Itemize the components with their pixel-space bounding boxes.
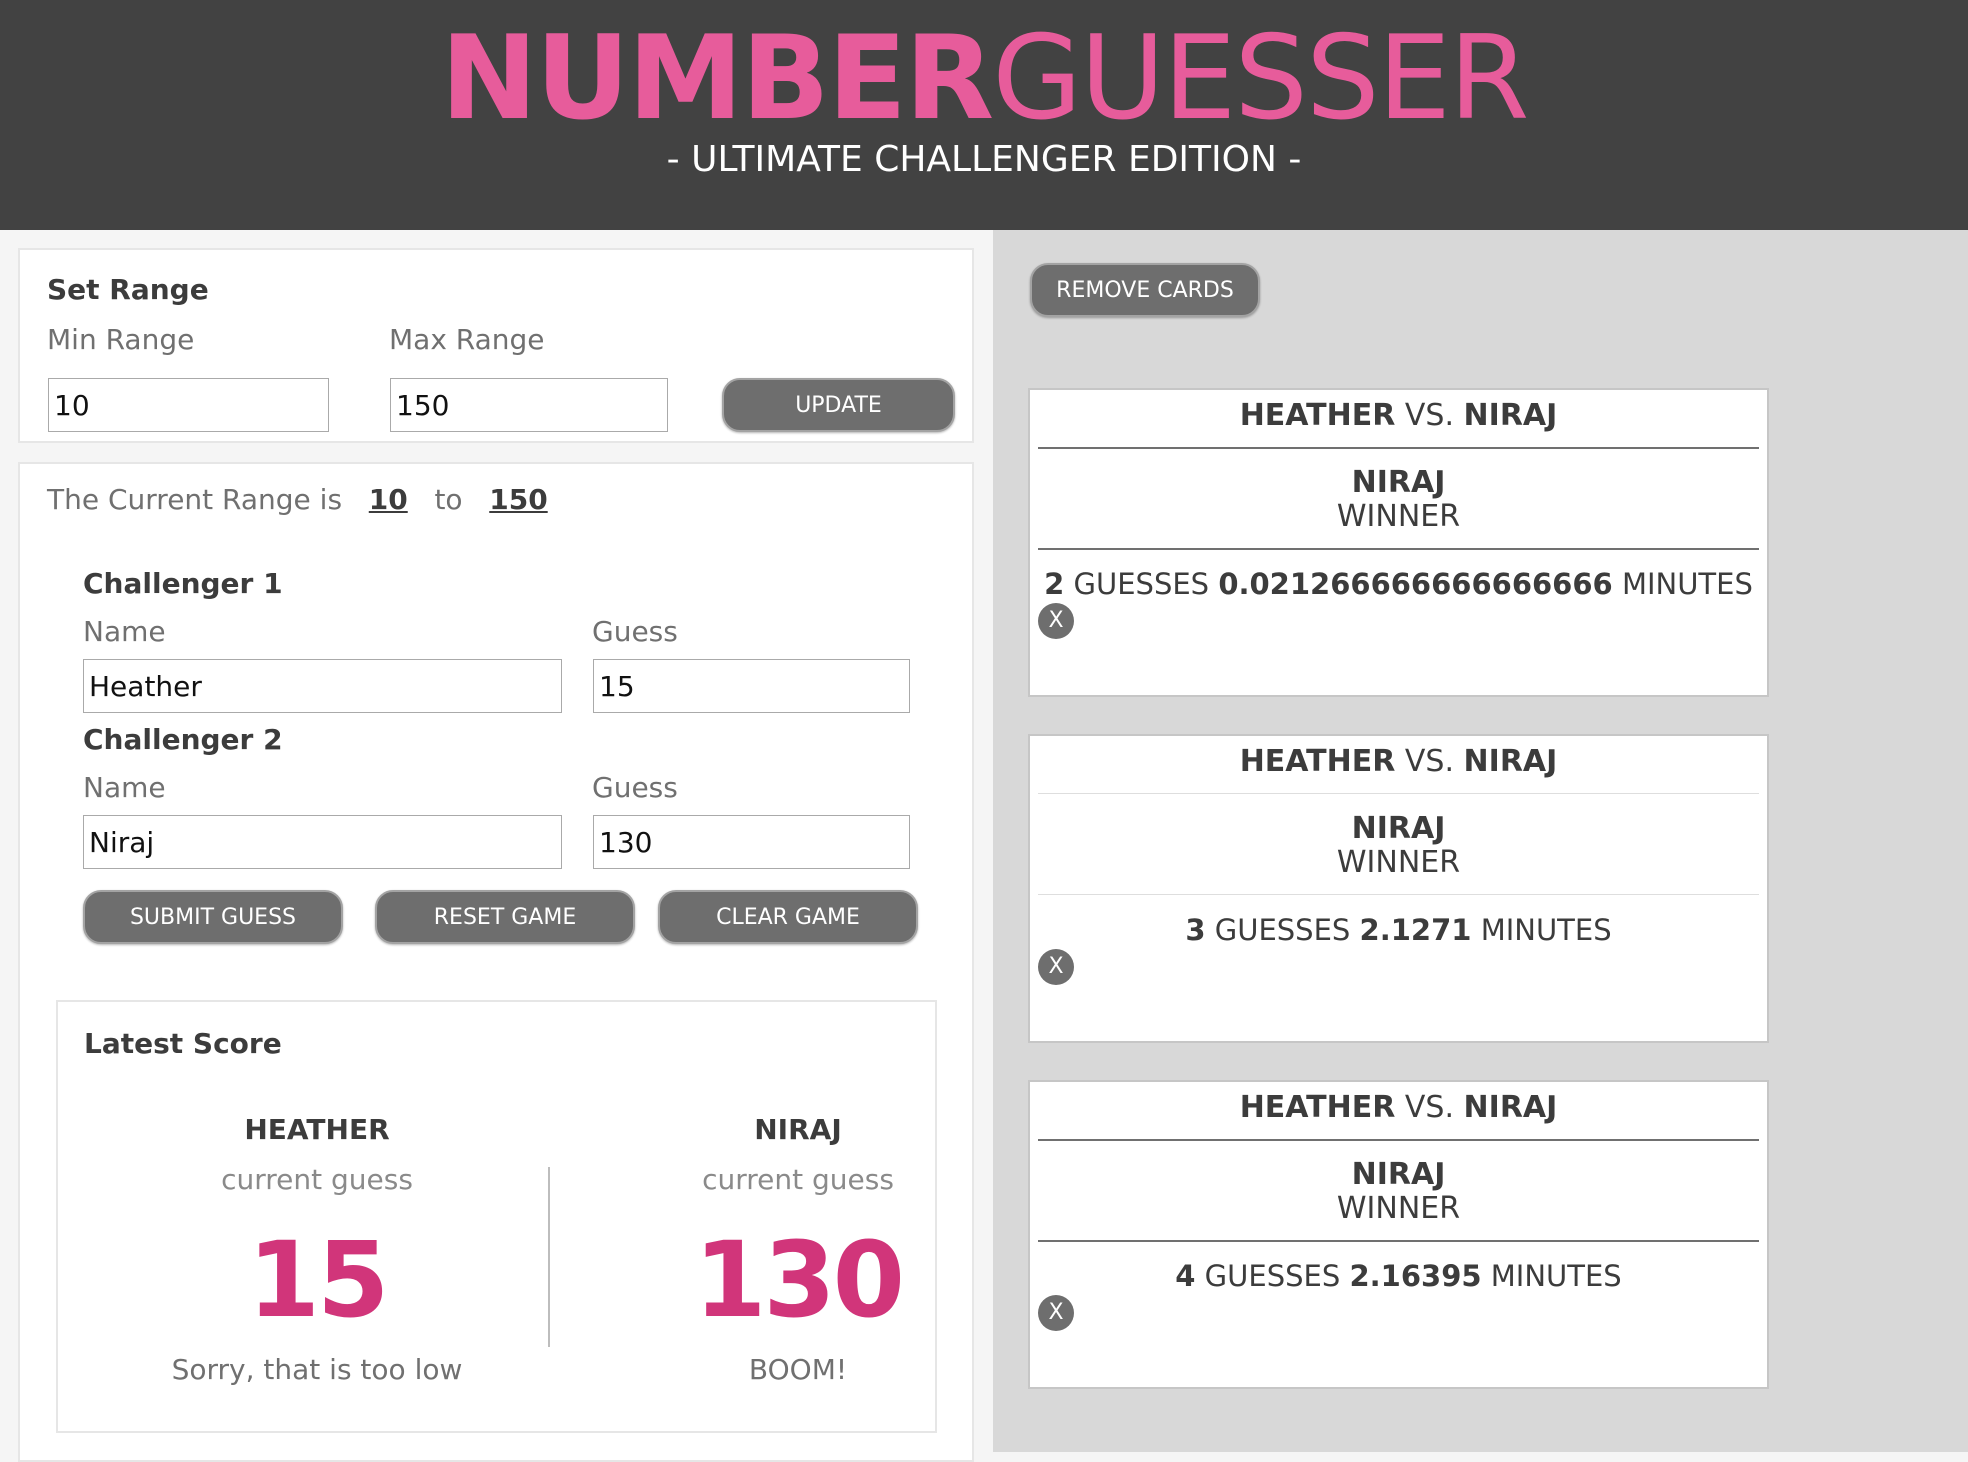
challenger-1-name-input[interactable] [83,659,562,713]
score-divider [548,1167,550,1347]
card-player-2: NIRAJ [1463,744,1558,779]
card-minutes-value: 2.1271 [1359,913,1472,947]
app-subtitle: - ULTIMATE CHALLENGER EDITION - [666,139,1302,180]
card-stats: 4 GUESSES 2.16395 MINUTES [1030,1256,1767,1296]
latest-score-panel: Latest Score HEATHER current guess 15 So… [56,1000,937,1433]
score-player-1: HEATHER current guess 15 Sorry, that is … [58,1112,576,1412]
card-winner-label: WINNER [1336,499,1461,534]
app-header: NUMBERGUESSER - ULTIMATE CHALLENGER EDIT… [0,0,1968,230]
card-minutes-label: MINUTES [1621,567,1753,601]
score-player-2-guess: 130 [693,1219,905,1341]
min-range-input[interactable] [48,378,329,432]
challenger-1-heading: Challenger 1 [83,567,283,600]
card-minutes-value: 2.16395 [1349,1259,1482,1293]
card-winner-name: NIRAJ [1351,465,1446,500]
challenger-1-guess-input[interactable] [593,659,910,713]
card-close-icon[interactable]: X [1038,1295,1074,1331]
card-winner-name: NIRAJ [1351,811,1446,846]
card-player-1: HEATHER [1239,398,1396,433]
card-divider [1038,1240,1759,1242]
card-close-icon[interactable]: X [1038,603,1074,639]
clear-game-button[interactable]: CLEAR GAME [658,890,918,944]
card-divider [1038,894,1759,895]
challenger-1-guess-label: Guess [592,615,678,648]
app-logo: NUMBERGUESSER [0,6,1968,152]
current-range-prefix: The Current Range is [47,483,343,516]
score-player-2-feedback: BOOM! [748,1353,848,1386]
card-divider [1038,548,1759,550]
card-player-2: NIRAJ [1463,1090,1558,1125]
card-guesses-label: GUESSES [1204,1259,1341,1293]
card-divider [1038,447,1759,449]
game-card: HEATHER VS. NIRAJ NIRAJ WINNER 2 GUESSES… [1028,388,1769,697]
card-guesses-label: GUESSES [1073,567,1210,601]
card-minutes-label: MINUTES [1480,913,1612,947]
challenger-2-name-label: Name [83,771,166,804]
current-range-text: The Current Range is 10 to 150 [47,482,548,518]
current-range-max: 150 [489,483,548,516]
card-player-1: HEATHER [1239,1090,1396,1125]
score-player-1-guess: 15 [247,1219,390,1341]
card-winner-label: WINNER [1336,845,1461,880]
card-close-icon[interactable]: X [1038,949,1074,985]
card-title: HEATHER VS. NIRAJ [1030,396,1767,436]
card-title: HEATHER VS. NIRAJ [1030,1088,1767,1128]
max-range-label: Max Range [389,323,545,356]
card-winner-name: NIRAJ [1351,1157,1446,1192]
card-vs: VS. [1404,1090,1454,1125]
card-player-1: HEATHER [1239,744,1396,779]
card-divider [1038,793,1759,794]
card-guess-count: 3 [1185,913,1206,947]
card-guess-count: 4 [1175,1259,1196,1293]
max-range-input[interactable] [390,378,668,432]
card-winner-label: WINNER [1336,1191,1461,1226]
challenger-1-name-label: Name [83,615,166,648]
card-guesses-label: GUESSES [1214,913,1351,947]
card-player-2: NIRAJ [1463,398,1558,433]
remove-cards-button[interactable]: REMOVE CARDS [1030,263,1260,317]
submit-guess-button[interactable]: SUBMIT GUESS [83,890,343,944]
game-card: HEATHER VS. NIRAJ NIRAJ WINNER 4 GUESSES… [1028,1080,1769,1389]
card-vs: VS. [1404,398,1454,433]
set-range-heading: Set Range [47,273,209,306]
current-range-min: 10 [368,483,408,516]
latest-score-heading: Latest Score [84,1027,282,1060]
score-player-1-caption: current guess [221,1163,413,1196]
current-range-separator: to [434,483,463,516]
history-column: REMOVE CARDS HEATHER VS. NIRAJ NIRAJ WIN… [993,230,1968,1452]
score-player-2: NIRAJ current guess 130 BOOM! [578,1112,1018,1412]
update-range-button[interactable]: UPDATE [722,378,955,432]
score-player-2-caption: current guess [702,1163,894,1196]
card-stats: 2 GUESSES 0.021266666666666666 MINUTES [1030,564,1767,604]
game-column: Set Range Min Range Max Range UPDATE The… [0,230,993,1462]
card-guess-count: 2 [1044,567,1065,601]
game-panel: The Current Range is 10 to 150 Challenge… [18,462,974,1462]
card-vs: VS. [1404,744,1454,779]
card-title: HEATHER VS. NIRAJ [1030,742,1767,782]
card-minutes-label: MINUTES [1490,1259,1622,1293]
score-player-2-name: NIRAJ [754,1113,842,1146]
challenger-2-guess-label: Guess [592,771,678,804]
challenger-2-guess-input[interactable] [593,815,910,869]
reset-game-button[interactable]: RESET GAME [375,890,635,944]
logo-light-text: GUESSER [992,11,1529,146]
logo-bold-text: NUMBER [440,11,995,146]
challenger-2-heading: Challenger 2 [83,723,283,756]
set-range-panel: Set Range Min Range Max Range UPDATE [18,248,974,443]
challenger-2-name-input[interactable] [83,815,562,869]
score-player-1-name: HEATHER [244,1113,390,1146]
game-card: HEATHER VS. NIRAJ NIRAJ WINNER 3 GUESSES… [1028,734,1769,1043]
score-player-1-feedback: Sorry, that is too low [171,1353,463,1386]
min-range-label: Min Range [47,323,195,356]
card-divider [1038,1139,1759,1141]
card-minutes-value: 0.021266666666666666 [1218,567,1613,601]
card-stats: 3 GUESSES 2.1271 MINUTES [1030,910,1767,950]
